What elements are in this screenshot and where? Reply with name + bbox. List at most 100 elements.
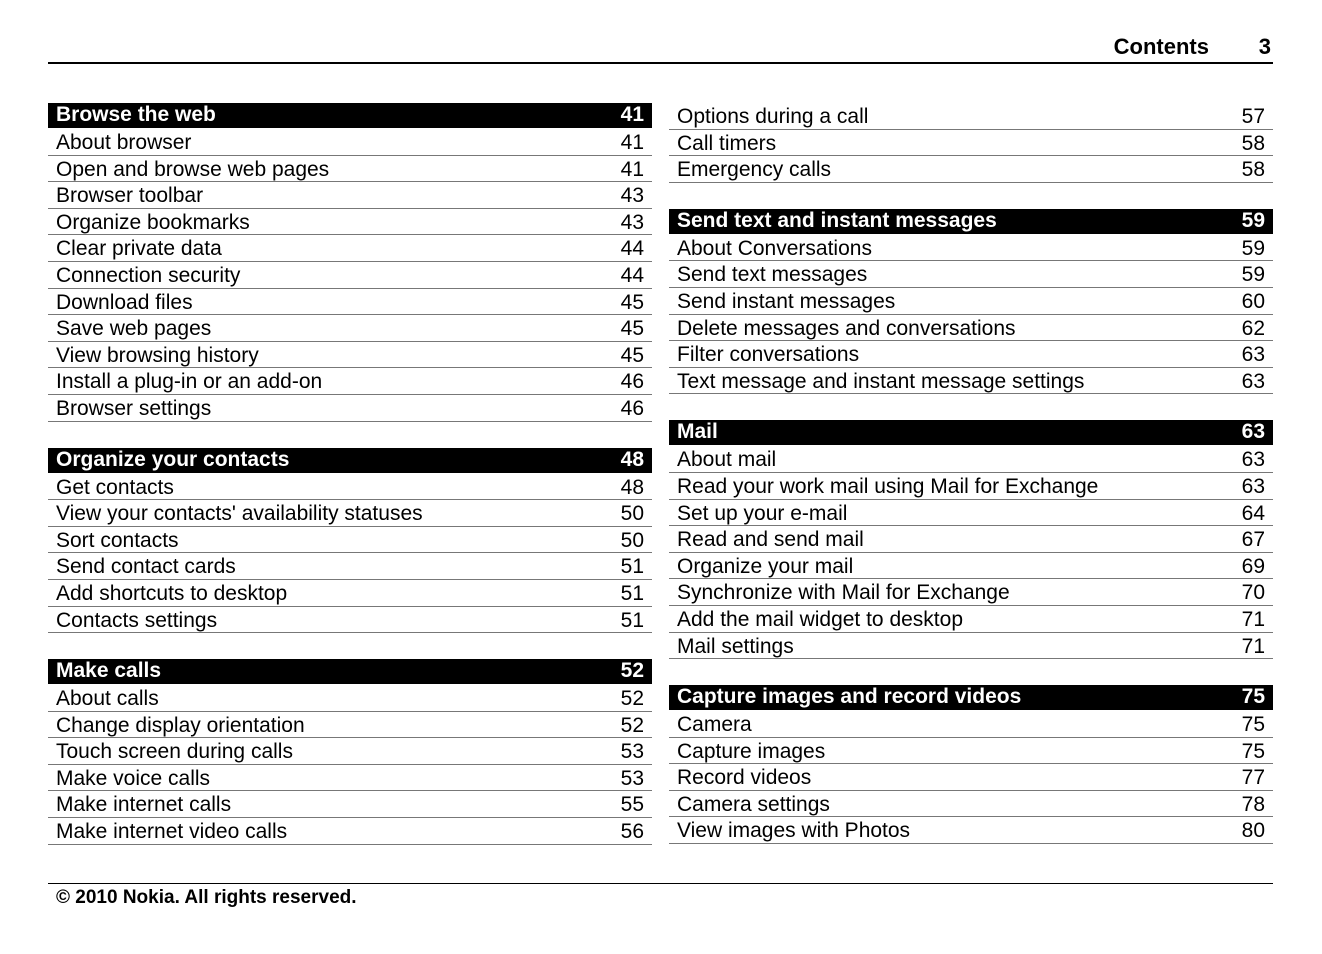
toc-entry[interactable]: Browser toolbar 43 [48, 182, 652, 209]
toc-entry[interactable]: Call timers 58 [669, 130, 1273, 157]
toc-entry-label: Save web pages [56, 317, 212, 341]
toc-entry[interactable]: Make internet video calls 56 [48, 818, 652, 845]
toc-entry-page: 63 [1241, 343, 1265, 367]
toc-entry-page: 50 [620, 502, 644, 526]
toc-entry[interactable]: Contacts settings 51 [48, 607, 652, 634]
toc-entry[interactable]: Clear private data 44 [48, 235, 652, 262]
toc-section-mail: Mail 63 About mail 63 Read your work mail us… [669, 420, 1273, 660]
toc-entry[interactable]: Camera settings 78 [669, 791, 1273, 818]
toc-entry-label: Record videos [677, 766, 812, 790]
toc-entry-label: Contacts settings [56, 608, 218, 632]
toc-entry[interactable]: Options during a call 57 [669, 103, 1273, 130]
toc-entry-page: 63 [1241, 369, 1265, 393]
toc-entry-label: Add the mail widget to desktop [677, 607, 964, 631]
toc-entry-label: Open and browse web pages [56, 157, 330, 181]
toc-entry-page: 63 [1241, 448, 1265, 472]
toc-section-heading[interactable]: Mail 63 [669, 420, 1273, 446]
toc-entry[interactable]: Send text messages 59 [669, 261, 1273, 288]
toc-entry[interactable]: Delete messages and conversations 62 [669, 315, 1273, 342]
toc-entry-label: Send text messages [677, 263, 868, 287]
toc-section-organize-your-contacts: Organize your contacts 48 Get contacts 48 Vi… [48, 447, 652, 634]
toc-entry-page: 69 [1241, 554, 1265, 578]
toc-entry-label: Options during a call [677, 105, 869, 128]
toc-entry-page: 52 [620, 713, 644, 737]
toc-entry[interactable]: Add shortcuts to desktop 51 [48, 580, 652, 607]
toc-entry[interactable]: About Conversations 59 [669, 235, 1273, 262]
toc-entry-page: 50 [620, 528, 644, 552]
toc-entry[interactable]: Make internet calls 55 [48, 791, 652, 819]
toc-entry[interactable]: About browser 41 [48, 129, 652, 156]
toc-entry-page: 44 [620, 263, 644, 287]
toc-entry[interactable]: Send contact cards 51 [48, 553, 652, 580]
toc-entry-label: Organize your mail [677, 554, 854, 578]
toc-entry[interactable]: Make voice calls 53 [48, 765, 652, 792]
toc-entry[interactable]: Set up your e-mail 64 [669, 500, 1273, 527]
toc-entry[interactable]: Connection security 44 [48, 262, 652, 289]
toc-entry-page: 75 [1241, 739, 1265, 763]
toc-heading-label: Organize your contacts [56, 447, 290, 471]
toc-entry[interactable]: Mail settings 71 [669, 633, 1273, 660]
toc-heading-page: 75 [1241, 685, 1265, 709]
toc-entry[interactable]: About mail 63 [669, 446, 1273, 473]
toc-section-heading[interactable]: Make calls 52 [48, 659, 652, 685]
toc-entry-label: Install a plug-in or an add-on [56, 370, 323, 394]
toc-entry[interactable]: Download files 45 [48, 289, 652, 316]
toc-entry[interactable]: Browser settings 46 [48, 395, 652, 422]
toc-entry[interactable]: Sort contacts 50 [48, 527, 652, 554]
toc-entry[interactable]: Camera 75 [669, 711, 1273, 738]
copyright-text: © 2010 Nokia. All rights reserved. [56, 887, 357, 908]
toc-entry[interactable]: View your contacts' availability statuse… [48, 500, 652, 527]
toc-section-heading[interactable]: Browse the web 41 [48, 103, 652, 128]
toc-entry[interactable]: Organize your mail 69 [669, 553, 1273, 580]
toc-entry-label: Add shortcuts to desktop [56, 581, 288, 605]
toc-entry-label: Mail settings [677, 634, 794, 658]
toc-entry[interactable]: Send instant messages 60 [669, 288, 1273, 315]
toc-entry-label: Send instant messages [677, 289, 896, 313]
toc-entry-page: 51 [620, 608, 644, 632]
toc-entry-page: 51 [620, 581, 644, 605]
toc-entry-page: 70 [1241, 581, 1265, 605]
toc-heading-page: 48 [620, 447, 644, 471]
toc-entry-label: Camera settings [677, 792, 830, 816]
toc-entry[interactable]: Read and send mail 67 [669, 526, 1273, 553]
toc-entry[interactable]: Open and browse web pages 41 [48, 156, 652, 183]
toc-entry[interactable]: Capture images 75 [669, 738, 1273, 765]
toc-section-heading[interactable]: Organize your contacts 48 [48, 447, 652, 473]
toc-entry-label: Read and send mail [677, 528, 864, 552]
toc-heading-label: Mail [677, 420, 718, 444]
toc-entry[interactable]: Text message and instant message setting… [669, 368, 1273, 395]
toc-entry[interactable]: Touch screen during calls 53 [48, 738, 652, 765]
toc-entry[interactable]: View images with Photos 80 [669, 817, 1273, 845]
toc-entry[interactable]: Record videos 77 [669, 764, 1273, 791]
toc-entry-page: 59 [1241, 236, 1265, 260]
toc-entry-label: Clear private data [56, 237, 222, 261]
toc-entry[interactable]: Install a plug-in or an add-on 46 [48, 368, 652, 395]
toc-entry-label: Touch screen during calls [56, 740, 293, 764]
toc-entry[interactable]: Synchronize with Mail for Exchange 70 [669, 579, 1273, 606]
toc-entry-label: Call timers [677, 131, 777, 155]
toc-entry[interactable]: About calls 52 [48, 685, 652, 712]
toc-section-heading[interactable]: Send text and instant messages 59 [669, 208, 1273, 234]
toc-entry-page: 53 [620, 740, 644, 764]
toc-entry[interactable]: Add the mail widget to desktop 71 [669, 606, 1273, 633]
toc-entry-label: Set up your e-mail [677, 501, 848, 525]
toc-entry[interactable]: View browsing history 45 [48, 342, 652, 369]
toc-entry-label: Camera [677, 713, 752, 737]
toc-entry-label: Get contacts [56, 475, 174, 499]
toc-entry[interactable]: Get contacts 48 [48, 474, 652, 501]
toc-entry-label: Browser settings [56, 396, 212, 420]
toc-entry-label: Emergency calls [677, 158, 832, 182]
toc-entry[interactable]: Read your work mail using Mail for Excha… [669, 473, 1273, 500]
toc-entry[interactable]: Change display orientation 52 [48, 712, 652, 739]
toc-entry-page: 45 [620, 290, 644, 314]
toc-entry[interactable]: Save web pages 45 [48, 315, 652, 342]
toc-entry[interactable]: Organize bookmarks 43 [48, 209, 652, 236]
toc-section-heading[interactable]: Capture images and record videos 75 [669, 685, 1273, 711]
toc-entry[interactable]: Emergency calls 58 [669, 156, 1273, 183]
toc-entry[interactable]: Filter conversations 63 [669, 341, 1273, 368]
toc-heading-page: 59 [1241, 208, 1265, 232]
toc-heading-page: 41 [620, 103, 644, 126]
toc-entry-label: Synchronize with Mail for Exchange [677, 581, 1010, 605]
toc-entry-page: 52 [620, 687, 644, 711]
toc-entry-label: About mail [677, 448, 777, 472]
